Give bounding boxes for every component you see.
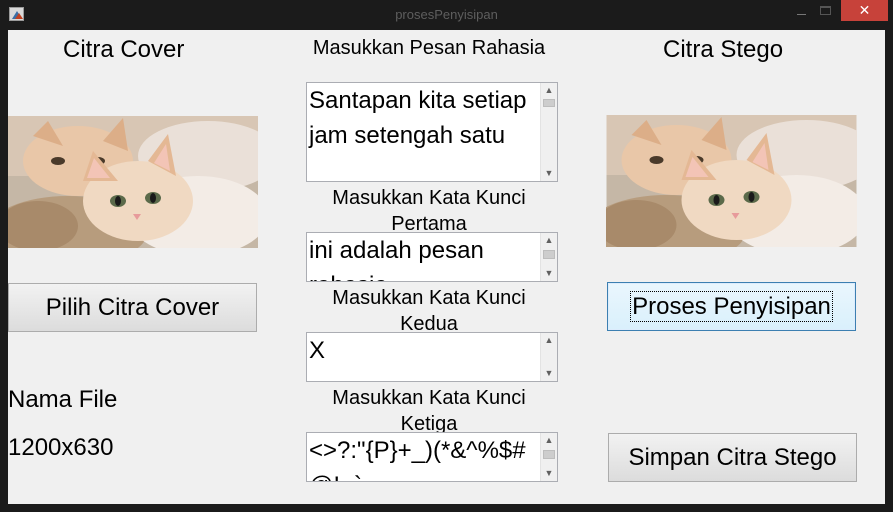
- chevron-up-icon[interactable]: ▲: [541, 333, 557, 348]
- scroll-thumb[interactable]: [543, 250, 555, 259]
- scroll-thumb[interactable]: [543, 450, 555, 459]
- window-title: prosesPenyisipan: [395, 7, 498, 22]
- message-field[interactable]: Santapan kita setiap jam setengah satu ▲…: [306, 82, 558, 182]
- key3-field[interactable]: <>?:"{P}+_)(*&^%$#@!~` ▲ ▼: [306, 432, 558, 482]
- stego-heading: Citra Stego: [663, 36, 784, 63]
- chevron-up-icon[interactable]: ▲: [541, 433, 557, 448]
- chevron-down-icon[interactable]: ▼: [541, 466, 557, 481]
- minimize-button[interactable]: [794, 4, 810, 20]
- key2-text: X: [309, 337, 326, 364]
- chevron-down-icon[interactable]: ▼: [541, 266, 557, 281]
- key3-label: Masukkan Kata Kunci Ketiga: [332, 387, 526, 435]
- message-text: Santapan kita setiap jam setengah satu: [309, 87, 534, 149]
- file-name-label: Nama File: [8, 386, 118, 413]
- maximize-button[interactable]: [820, 6, 831, 15]
- cover-heading: Citra Cover: [63, 36, 185, 63]
- chevron-up-icon[interactable]: ▲: [541, 83, 557, 98]
- save-stego-button[interactable]: Simpan Citra Stego: [608, 433, 857, 482]
- chevron-down-icon[interactable]: ▼: [541, 366, 557, 381]
- process-embedding-label: Proses Penyisipan: [630, 290, 833, 322]
- select-cover-label: Pilih Citra Cover: [45, 293, 220, 321]
- message-scrollbar[interactable]: ▲ ▼: [540, 83, 557, 181]
- window-frame-right: [885, 30, 893, 504]
- select-cover-button[interactable]: Pilih Citra Cover: [8, 283, 257, 332]
- title-bar: prosesPenyisipan ✕: [0, 0, 893, 30]
- key2-field[interactable]: X ▲ ▼: [306, 332, 558, 382]
- cover-image: [8, 116, 258, 248]
- key3-text: <>?:"{P}+_)(*&^%$#@!~`: [309, 437, 526, 481]
- key1-label: Masukkan Kata Kunci Pertama: [332, 187, 526, 235]
- message-label: Masukkan Pesan Rahasia: [312, 37, 546, 59]
- stego-image: [606, 115, 857, 247]
- scroll-thumb[interactable]: [543, 99, 555, 107]
- window-frame-left: [0, 30, 8, 504]
- process-embedding-button[interactable]: Proses Penyisipan: [607, 282, 856, 331]
- chevron-down-icon[interactable]: ▼: [541, 166, 557, 181]
- key3-scrollbar[interactable]: ▲ ▼: [540, 433, 557, 481]
- figure-client-area: Citra Cover Pilih Citra Cover Nama File …: [8, 30, 885, 504]
- key1-field[interactable]: ini adalah pesan rahasia ▲ ▼: [306, 232, 558, 282]
- close-button[interactable]: ✕: [841, 0, 888, 21]
- chevron-up-icon[interactable]: ▲: [541, 233, 557, 248]
- image-dimensions: 1200x630: [8, 434, 114, 461]
- window-frame-bottom: [0, 504, 893, 512]
- key1-text: ini adalah pesan rahasia: [309, 237, 484, 281]
- save-stego-label: Simpan Citra Stego: [628, 443, 837, 471]
- key2-scrollbar[interactable]: ▲ ▼: [540, 333, 557, 381]
- key2-label: Masukkan Kata Kunci Kedua: [332, 287, 526, 335]
- key1-scrollbar[interactable]: ▲ ▼: [540, 233, 557, 281]
